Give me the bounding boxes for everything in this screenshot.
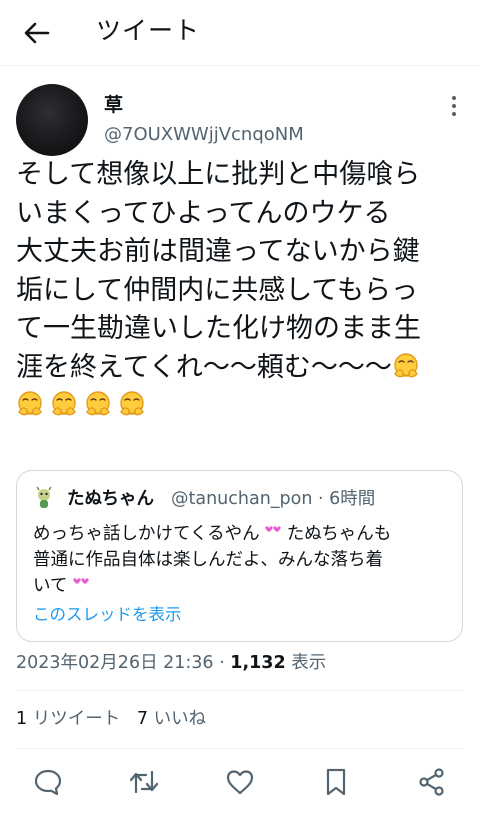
pink-hearts-emoji [73, 575, 89, 589]
quoted-author-name: たぬちゃん [67, 489, 154, 509]
share-icon[interactable] [416, 766, 448, 798]
quoted-tweet[interactable]: たぬちゃん @tanuchan_pon · 6時間 めっちゃ話しかけてくるやん … [16, 470, 463, 642]
tweet-line: 涯を終えてくれ〜〜頼む〜〜〜 [16, 351, 392, 383]
face-with-hands-over-face-emoji [84, 390, 112, 418]
retweet-icon[interactable] [128, 766, 160, 798]
action-bar [0, 762, 480, 802]
face-with-hands-over-face-emoji [16, 390, 44, 418]
like-icon[interactable] [224, 766, 256, 798]
face-with-hands-over-face-emoji [392, 352, 420, 380]
retweet-count[interactable]: 1 リツイート [16, 709, 120, 729]
tweet-line: 大丈夫お前は間違ってないから鍵 [16, 236, 420, 267]
tweet-datetime[interactable]: 2023年02月26日 21:36 · [16, 653, 230, 673]
quoted-line: 普通に作品自体は楽しんだよ、みんな落ち着 [33, 550, 383, 570]
tweet-line: て一生勘違いした化け物のまま生 [16, 313, 421, 344]
avatar[interactable] [16, 84, 88, 156]
quoted-text: めっちゃ話しかけてくるやん たぬちゃんも 普通に作品自体は楽しんだよ、みんな落ち… [33, 521, 448, 599]
divider [16, 690, 464, 691]
tweet-stats: 1 リツイート 7 いいね [16, 706, 206, 732]
views-label: 表示 [285, 653, 327, 673]
tweet-line: 垢にして仲間内に共感してもらっ [16, 274, 419, 306]
view-count: 1,132 [230, 653, 286, 673]
quoted-line: たぬちゃんも [281, 524, 392, 544]
top-bar: ツイート [0, 0, 480, 66]
tweet-text: そして想像以上に批判と中傷喰ら いまくってひよってんのウケる 大丈夫お前は間違っ… [16, 156, 466, 426]
show-thread-link[interactable]: このスレッドを表示 [33, 603, 182, 627]
author-handle[interactable]: @7OUXWWjjVcnqoNM [104, 122, 304, 148]
quoted-line: いて [33, 576, 68, 596]
more-options-icon[interactable] [443, 92, 465, 120]
author-name[interactable]: 草 [104, 92, 123, 118]
quoted-line: めっちゃ話しかけてくるやん [33, 524, 260, 544]
page-title: ツイート [96, 16, 201, 45]
divider [16, 748, 464, 749]
tanuki-avatar-icon [36, 486, 52, 508]
face-with-hands-over-face-emoji [50, 390, 78, 418]
tweet-meta: 2023年02月26日 21:36 · 1,132 表示 [16, 650, 326, 676]
quoted-handle-time: @tanuchan_pon · 6時間 [171, 489, 376, 509]
pink-hearts-emoji [265, 523, 281, 537]
face-with-hands-over-face-emoji [118, 390, 146, 418]
reply-icon[interactable] [32, 766, 64, 798]
arrow-left-icon[interactable] [22, 18, 52, 48]
tweet-line: いまくってひよってんのウケる [16, 197, 391, 229]
bookmark-icon[interactable] [320, 766, 352, 798]
like-count[interactable]: 7 いいね [137, 709, 206, 729]
tweet-line: そして想像以上に批判と中傷喰ら [16, 159, 421, 190]
